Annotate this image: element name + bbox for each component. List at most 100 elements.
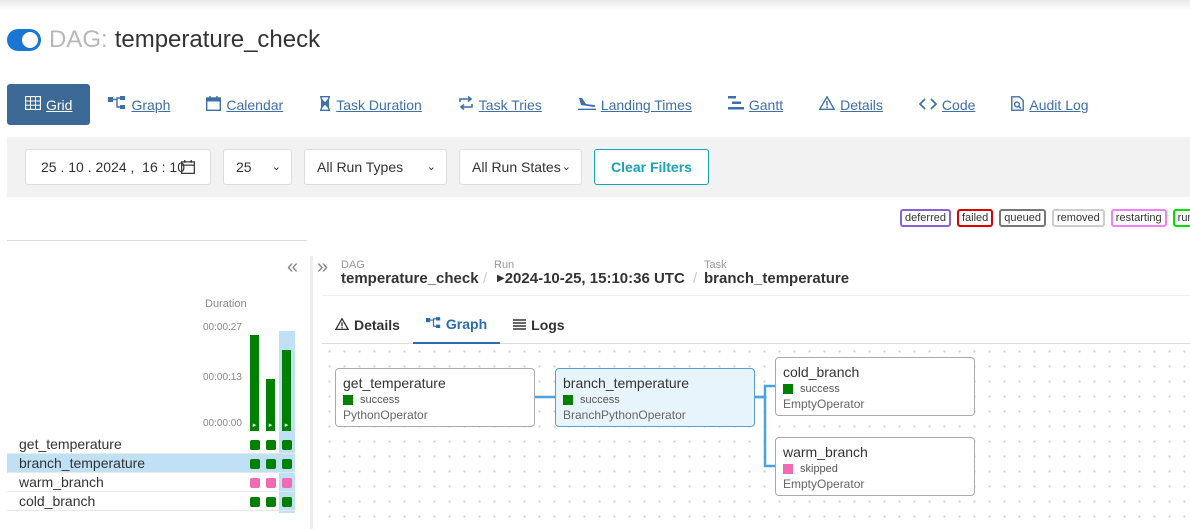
dag-prefix: DAG: xyxy=(49,26,108,53)
state-square xyxy=(783,464,793,474)
chevron-down-icon: ⌄ xyxy=(271,161,281,173)
legend-removed[interactable]: removed xyxy=(1052,209,1105,227)
subtab-details[interactable]: Details xyxy=(322,306,413,344)
task-name: cold_branch xyxy=(19,493,96,509)
node-state: success xyxy=(563,394,747,406)
graph-node-branch-temperature[interactable]: branch_temperature success BranchPythonO… xyxy=(555,368,755,427)
tab-calendar[interactable]: Calendar xyxy=(188,84,301,125)
node-state-text: success xyxy=(800,383,840,395)
duration-tick: 00:00:13 xyxy=(203,372,242,383)
tab-label: Details xyxy=(840,96,883,113)
play-icon: ▶ xyxy=(497,273,505,284)
dag-nav: Grid Graph Calendar Task Duration Task T… xyxy=(7,84,1107,125)
tab-details[interactable]: Details xyxy=(801,84,901,125)
chevron-down-icon: ⌄ xyxy=(426,161,436,173)
tab-grid[interactable]: Grid xyxy=(7,84,91,125)
hourglass-icon xyxy=(319,95,331,114)
task-name: branch_temperature xyxy=(19,455,146,471)
node-state-text: success xyxy=(580,394,620,406)
top-shadow xyxy=(0,0,1190,10)
gantt-icon xyxy=(727,96,744,113)
calendar-icon xyxy=(206,95,222,114)
task-instance-cell[interactable] xyxy=(282,459,292,469)
tab-task-duration[interactable]: Task Duration xyxy=(301,84,440,125)
graph-node-get-temperature[interactable]: get_temperature success PythonOperator xyxy=(335,368,535,427)
dag-title: temperature_check xyxy=(114,26,321,53)
task-name: warm_branch xyxy=(19,474,104,490)
tab-graph[interactable]: Graph xyxy=(90,84,188,125)
expand-panel-icon[interactable]: » xyxy=(317,256,328,279)
pause-toggle[interactable] xyxy=(7,29,41,51)
legend-queued[interactable]: queued xyxy=(999,209,1046,227)
graph-node-warm-branch[interactable]: warm_branch skipped EmptyOperator xyxy=(775,437,975,496)
breadcrumb-task[interactable]: branch_temperature xyxy=(704,270,849,287)
num-runs-select[interactable]: 25 ⌄ xyxy=(223,149,292,185)
state-legend: deferred failed queued removed restartin… xyxy=(900,209,1190,227)
node-operator: EmptyOperator xyxy=(783,477,865,491)
tab-label: Task Duration xyxy=(336,96,422,113)
subtab-graph[interactable]: Graph xyxy=(412,306,501,344)
base-date-value: 25 . 10 . 2024 , 16 : 10 xyxy=(41,159,185,175)
duration-tick: 00:00:00 xyxy=(203,418,242,429)
manual-run-icon: ▸ xyxy=(268,422,273,429)
tab-landing-times[interactable]: Landing Times xyxy=(560,84,710,125)
legend-restarting[interactable]: restarting xyxy=(1110,209,1167,227)
tab-label: Landing Times xyxy=(600,96,692,113)
task-instance-cell[interactable] xyxy=(266,497,276,507)
state-square xyxy=(783,384,793,394)
task-instance-cell[interactable] xyxy=(250,497,260,507)
node-name: warm_branch xyxy=(783,444,868,460)
node-state-text: skipped xyxy=(800,463,838,475)
node-state: skipped xyxy=(783,463,967,475)
run-state-select[interactable]: All Run States ⌄ xyxy=(459,149,582,185)
legend-failed[interactable]: failed xyxy=(956,209,994,227)
breadcrumb-dag[interactable]: temperature_check xyxy=(341,270,479,287)
tab-task-tries[interactable]: Task Tries xyxy=(440,84,560,125)
task-instance-cell[interactable] xyxy=(250,459,260,469)
task-instance-cell[interactable] xyxy=(266,478,276,488)
clear-filters-button[interactable]: Clear Filters xyxy=(594,149,709,185)
node-name: get_temperature xyxy=(343,375,446,391)
tab-audit-log[interactable]: Audit Log xyxy=(993,84,1106,125)
run-duration-bar[interactable] xyxy=(282,350,291,431)
subtab-label: Logs xyxy=(531,317,565,333)
legend-deferred[interactable]: deferred xyxy=(900,209,951,227)
task-instance-cell[interactable] xyxy=(250,478,260,488)
task-instance-cell[interactable] xyxy=(282,440,292,450)
tab-label: Calendar xyxy=(226,96,284,113)
chevron-down-icon: ⌄ xyxy=(561,161,571,173)
run-duration-bar[interactable] xyxy=(250,335,259,431)
breadcrumb-divider xyxy=(322,295,1190,296)
node-state: success xyxy=(343,394,527,406)
task-instance-cell[interactable] xyxy=(282,478,292,488)
task-instance-cell[interactable] xyxy=(250,440,260,450)
tab-code[interactable]: Code xyxy=(901,84,993,125)
tab-label: Audit Log xyxy=(1029,96,1089,113)
node-state-text: success xyxy=(360,394,400,406)
node-operator: BranchPythonOperator xyxy=(563,408,686,422)
collapse-panel-icon[interactable]: « xyxy=(287,256,298,279)
subtab-label: Graph xyxy=(445,316,488,332)
task-instance-cell[interactable] xyxy=(266,459,276,469)
task-instance-cell[interactable] xyxy=(282,497,292,507)
legend-running[interactable]: run xyxy=(1172,209,1190,227)
panel-divider[interactable] xyxy=(310,256,313,529)
node-name: branch_temperature xyxy=(563,375,690,391)
tab-label: Code xyxy=(941,96,976,113)
breadcrumb-run[interactable]: ▶2024-10-25, 15:10:36 UTC xyxy=(497,270,685,287)
graph-node-cold-branch[interactable]: cold_branch success EmptyOperator xyxy=(775,357,975,416)
task-name: get_temperature xyxy=(19,436,122,452)
subtab-label: Details xyxy=(354,317,400,333)
base-date-input[interactable]: 25 . 10 . 2024 , 16 : 10 xyxy=(25,149,211,185)
task-instance-cell[interactable] xyxy=(266,440,276,450)
subtab-logs[interactable]: Logs xyxy=(500,306,577,344)
state-square xyxy=(563,395,573,405)
dag-header: DAG: temperature_check xyxy=(7,26,320,54)
warning-icon xyxy=(818,95,836,113)
run-type-select[interactable]: All Run Types ⌄ xyxy=(304,149,447,185)
tab-label: Graph xyxy=(131,96,171,113)
tab-gantt[interactable]: Gantt xyxy=(710,84,801,125)
audit-icon xyxy=(1011,95,1025,114)
state-square xyxy=(343,395,353,405)
node-name: cold_branch xyxy=(783,364,860,380)
